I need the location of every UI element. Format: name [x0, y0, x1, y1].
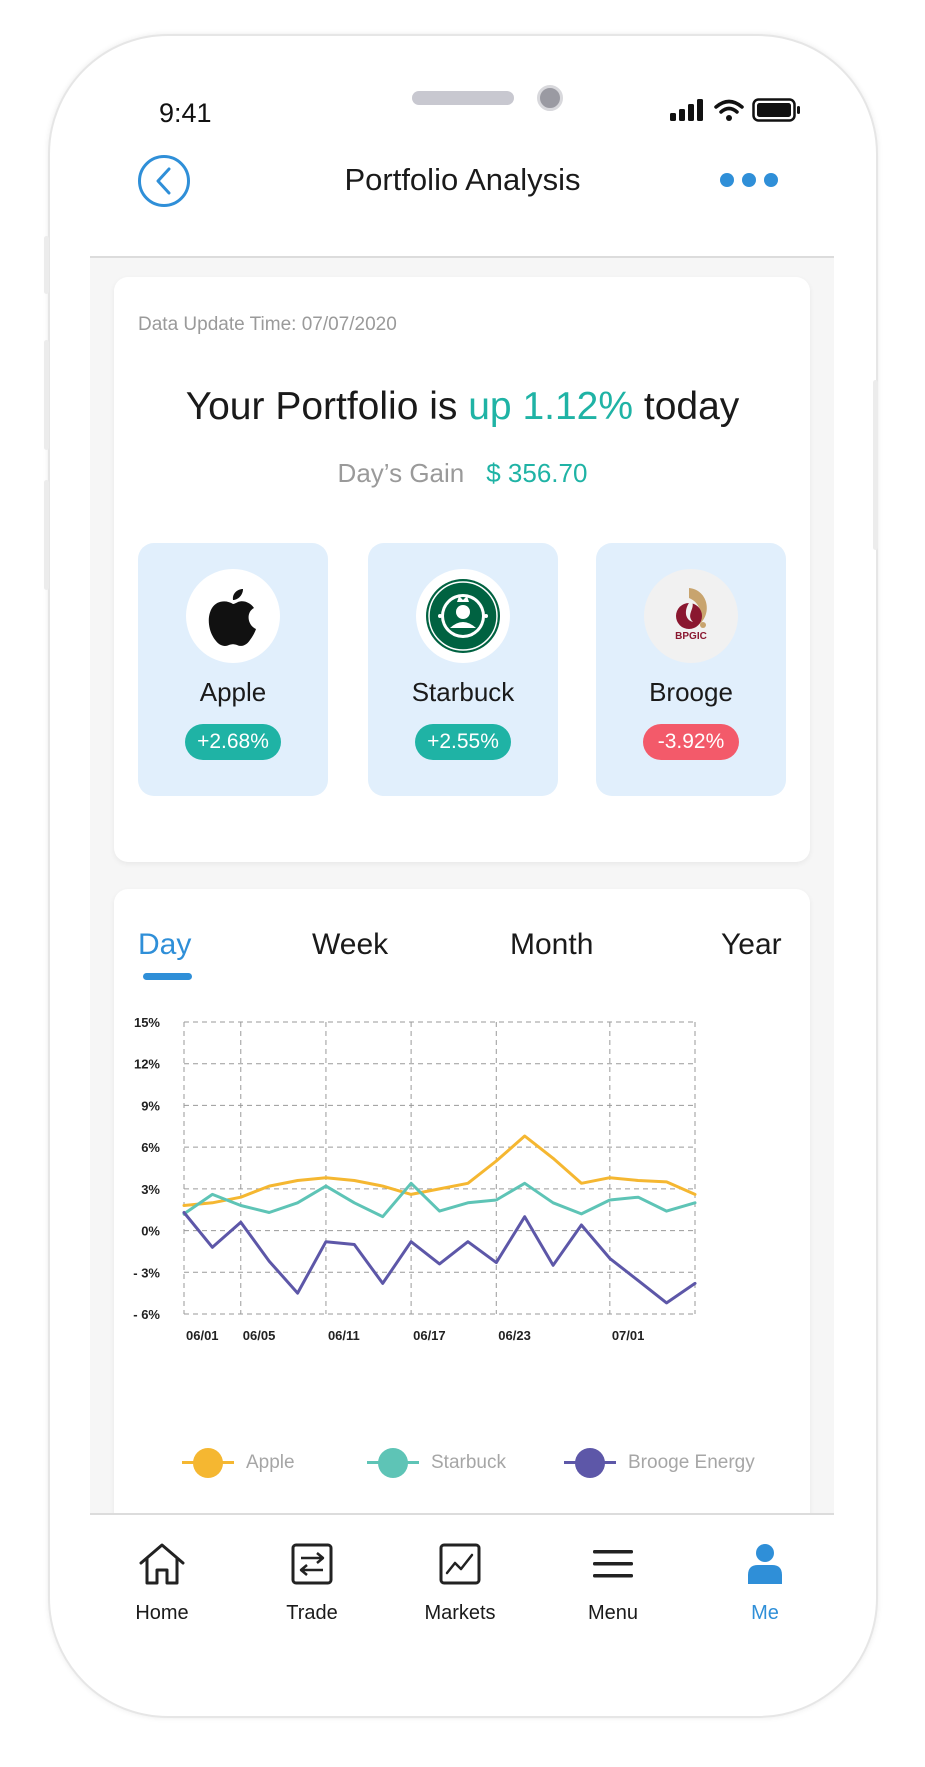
wifi-icon	[714, 99, 744, 121]
data-update-time: Data Update Time: 07/07/2020	[138, 314, 397, 335]
y-tick-label: 3%	[141, 1182, 160, 1197]
x-tick-label: 07/01	[612, 1328, 645, 1343]
tabbar-label: Home	[135, 1602, 189, 1624]
brooge-logo-text: BPGIC	[675, 631, 707, 642]
stock-name: Starbuck	[411, 677, 515, 707]
x-tick-label: 06/23	[498, 1328, 531, 1343]
stock-change-badge: +2.55%	[415, 724, 511, 760]
stock-change-badge: -3.92%	[643, 724, 739, 760]
page-title: Portfolio Analysis	[344, 162, 581, 197]
stock-change-badge: +2.68%	[185, 724, 281, 760]
tabbar-label: Menu	[587, 1602, 639, 1624]
trade-icon	[291, 1543, 333, 1585]
tab-day[interactable]: Day	[138, 928, 191, 962]
brooge-logo-icon: BPGIC	[644, 569, 738, 663]
tab-month[interactable]: Month	[510, 928, 593, 962]
apple-logo-icon	[186, 569, 280, 663]
days-gain-value: $ 356.70	[486, 458, 588, 488]
y-tick-label: 6%	[141, 1140, 160, 1155]
stock-name: Apple	[199, 677, 267, 707]
tabbar-label: Markets	[424, 1602, 496, 1624]
x-tick-label: 06/01	[186, 1328, 219, 1343]
y-tick-label: - 3%	[133, 1265, 160, 1280]
y-tick-label: - 6%	[133, 1307, 160, 1322]
tabbar-item-markets[interactable]: Markets	[400, 1540, 520, 1625]
tabbar-item-menu[interactable]: Menu	[553, 1540, 673, 1625]
legend-item-starbuck: Starbuck	[367, 1448, 506, 1478]
headline-suffix: today	[633, 385, 740, 428]
y-tick-label: 9%	[141, 1098, 160, 1113]
stock-card-brooge[interactable]: BPGIC Brooge -3.92%	[596, 543, 786, 796]
y-tick-label: 12%	[134, 1057, 160, 1072]
x-tick-label: 06/17	[413, 1328, 446, 1343]
profile-icon	[748, 1544, 782, 1584]
volume-down-button	[44, 480, 49, 590]
markets-icon	[439, 1543, 481, 1585]
front-camera	[537, 85, 563, 111]
legend-label: Starbuck	[431, 1452, 506, 1473]
x-tick-label: 06/11	[328, 1328, 360, 1343]
legend-label: Brooge Energy	[628, 1452, 755, 1473]
more-dot-icon	[742, 173, 756, 187]
tab-week[interactable]: Week	[312, 928, 388, 962]
starbucks-logo-icon	[416, 569, 510, 663]
active-tab-indicator	[143, 973, 192, 980]
more-dot-icon	[720, 173, 734, 187]
home-icon	[139, 1543, 185, 1585]
legend-item-apple: Apple	[182, 1448, 295, 1478]
speaker-grill	[412, 91, 514, 105]
battery-icon	[752, 98, 800, 122]
headline-change: up 1.12%	[468, 385, 634, 428]
stock-card-apple[interactable]: Apple +2.68%	[138, 543, 328, 796]
x-tick-label: 06/05	[243, 1328, 276, 1343]
menu-icon	[593, 1550, 633, 1578]
tabbar-item-home[interactable]: Home	[102, 1540, 222, 1625]
mute-switch	[44, 236, 49, 294]
tabbar-label: Trade	[286, 1602, 338, 1624]
tabbar-label: Me	[751, 1602, 779, 1624]
more-options-button[interactable]	[720, 173, 778, 187]
legend-item-brooge-energy: Brooge Energy	[564, 1448, 755, 1478]
portfolio-headline: Your Portfolio is up 1.12% today	[0, 385, 925, 429]
stock-name: Brooge	[649, 677, 733, 707]
status-time: 9:41	[159, 98, 212, 128]
tab-year[interactable]: Year	[721, 928, 782, 962]
tabbar-item-trade[interactable]: Trade	[252, 1540, 372, 1625]
status-icons	[670, 98, 802, 122]
y-tick-label: 15%	[134, 1015, 160, 1030]
series-line-apple	[182, 1134, 697, 1207]
portfolio-line-chart: 15% 12% 9% 6% 3% 0% - 3% - 6% 06/01 06/05 06/11 06/…	[133, 1015, 697, 1343]
series-line-brooge-energy	[182, 1211, 697, 1305]
tabbar-item-me[interactable]: Me	[705, 1540, 825, 1625]
legend-label: Apple	[246, 1452, 295, 1473]
stock-card-starbuck[interactable]: Starbuck +2.55%	[368, 543, 558, 796]
days-gain-label: Day’s Gain	[337, 458, 465, 488]
days-gain: Day’s Gain $ 356.70	[0, 458, 925, 489]
y-tick-label: 0%	[141, 1224, 160, 1239]
more-dot-icon	[764, 173, 778, 187]
headline-prefix: Your Portfolio is	[185, 385, 469, 428]
signal-icon	[670, 99, 703, 121]
